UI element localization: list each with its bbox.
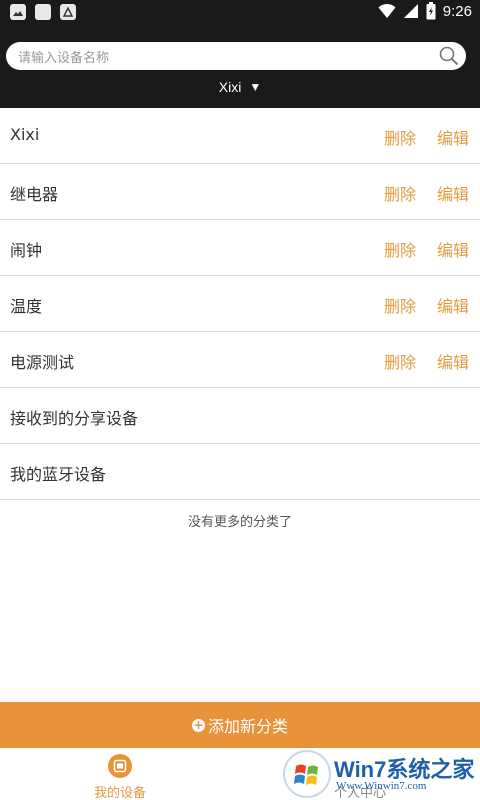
windows-logo-icon (283, 750, 331, 798)
edit-button[interactable]: 编辑 (437, 181, 469, 205)
edit-button[interactable]: 编辑 (437, 293, 469, 317)
signal-icon (403, 4, 418, 18)
caret-down-icon: ▼ (249, 80, 262, 94)
tab-label: 我的设备 (93, 786, 146, 800)
category-row[interactable]: 继电器 删除 编辑 (0, 164, 480, 220)
delete-button[interactable]: 删除 (384, 181, 416, 205)
watermark-url: Www.Winwin7.com (336, 780, 427, 792)
tab-my-devices[interactable]: 我的设备 (0, 748, 240, 800)
group-selector-label: Xixi (218, 79, 242, 95)
category-label: 电源测试 (10, 353, 75, 372)
app-screen: 9:26 请输入设备名称 Xixi ▼ Xixi 删除 编辑 继电器 删除 编辑 … (0, 0, 480, 800)
category-label: 闹钟 (10, 241, 43, 260)
search-icon[interactable] (438, 45, 460, 67)
clock: 9:26 (442, 2, 472, 20)
plus-icon: + (191, 717, 205, 732)
delete-button[interactable]: 删除 (384, 237, 416, 261)
category-row[interactable]: 温度 删除 编辑 (0, 276, 480, 332)
notification-icons (10, 4, 76, 20)
delete-button[interactable]: 删除 (384, 293, 416, 317)
category-list: Xixi 删除 编辑 继电器 删除 编辑 闹钟 删除 编辑 温度 删除 编辑 电… (0, 108, 480, 500)
delete-button[interactable]: 删除 (384, 125, 416, 149)
edit-button[interactable]: 编辑 (437, 349, 469, 373)
system-icons: 9:26 (378, 2, 472, 20)
group-selector[interactable]: Xixi ▼ (0, 79, 480, 95)
square-icon (35, 4, 51, 20)
category-label: 温度 (10, 297, 43, 316)
category-label: 接收到的分享设备 (10, 409, 139, 428)
category-row-shared[interactable]: 接收到的分享设备 (0, 388, 480, 444)
category-row-bluetooth[interactable]: 我的蓝牙设备 (0, 444, 480, 500)
add-category-button[interactable]: + 添加新分类 (0, 702, 480, 748)
edit-button[interactable]: 编辑 (437, 125, 469, 149)
app-header: 请输入设备名称 Xixi ▼ (0, 24, 480, 108)
category-row[interactable]: 闹钟 删除 编辑 (0, 220, 480, 276)
category-label: Xixi (10, 125, 40, 144)
add-category-label: 添加新分类 (207, 717, 288, 736)
edit-button[interactable]: 编辑 (437, 237, 469, 261)
search-placeholder: 请输入设备名称 (18, 51, 110, 66)
battery-icon (426, 2, 436, 20)
category-label: 继电器 (10, 185, 59, 204)
search-input[interactable]: 请输入设备名称 (6, 42, 466, 70)
android-store-icon (60, 4, 76, 20)
category-label: 我的蓝牙设备 (10, 465, 107, 484)
delete-button[interactable]: 删除 (384, 349, 416, 373)
category-row[interactable]: Xixi 删除 编辑 (0, 108, 480, 164)
no-more-text: 没有更多的分类了 (187, 515, 292, 530)
devices-tab-icon (108, 754, 132, 778)
image-icon (10, 4, 26, 20)
site-watermark: Win7系统之家 Www.Winwin7.com (282, 748, 480, 800)
status-bar: 9:26 (0, 0, 480, 24)
wifi-icon (378, 3, 396, 18)
category-row[interactable]: 电源测试 删除 编辑 (0, 332, 480, 388)
